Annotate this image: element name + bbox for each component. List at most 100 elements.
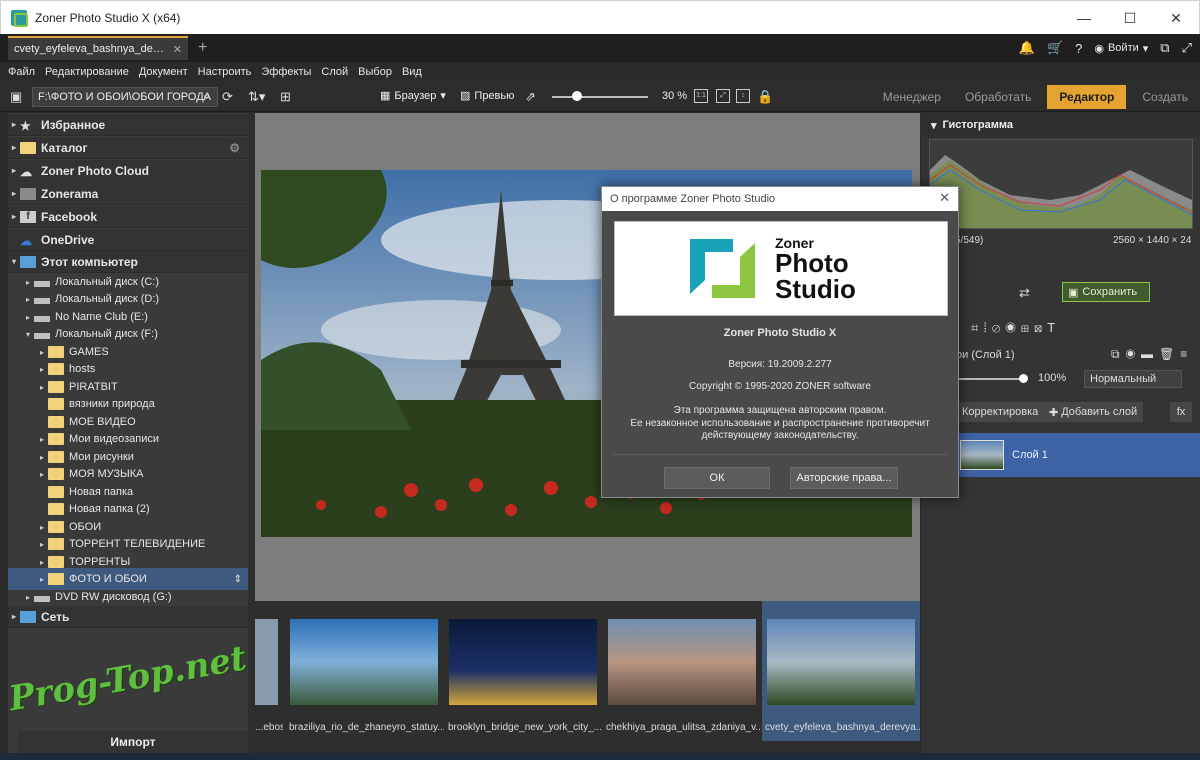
sort-icon[interactable]: ⇅▾ <box>248 89 265 105</box>
nav-zoner-cloud[interactable]: ▸ ☁ Zoner Photo Cloud <box>8 160 248 182</box>
menu-select[interactable]: Выбор <box>358 66 392 78</box>
folder-icon <box>48 521 64 533</box>
refresh-icon[interactable]: ⟳ <box>222 89 233 105</box>
taskbar <box>0 753 1200 760</box>
zoner-logo: Zoner Photo Studio <box>614 221 948 316</box>
nav-facebook[interactable]: ▸ f Facebook <box>8 206 248 228</box>
add-tab-icon[interactable]: + <box>198 39 207 57</box>
menu-effects[interactable]: Эффекты <box>261 66 311 78</box>
thumbnail[interactable] <box>290 619 438 705</box>
nav-label: Избранное <box>41 117 106 132</box>
folder-icon <box>48 503 64 515</box>
nav-favorites[interactable]: ▸ ★ Избранное <box>8 114 248 136</box>
menu-view[interactable]: Вид <box>402 66 422 78</box>
fx-button[interactable]: fx <box>1170 402 1192 422</box>
swap-icon[interactable]: ⇄ <box>1019 285 1030 301</box>
mode-develop[interactable]: Обработать <box>953 82 1043 112</box>
import-button[interactable]: Импорт <box>18 731 248 753</box>
gear-icon[interactable]: ⚙ <box>229 141 240 155</box>
zoom-slider-handle[interactable] <box>572 91 582 101</box>
zoom-value: 30 % <box>662 90 688 102</box>
fit-screen-icon[interactable]: ⤢ <box>716 89 730 103</box>
layer-row[interactable]: Слой 1 <box>956 433 1200 477</box>
menu-layer[interactable]: Слой <box>321 66 348 78</box>
histogram-header[interactable]: ▾ Гистограмма <box>921 113 1200 137</box>
nav-this-computer[interactable]: ▾ Этот компьютер <box>8 251 248 273</box>
zoom-slider[interactable] <box>552 96 648 98</box>
menu-edit[interactable]: Редактирование <box>45 66 129 78</box>
computer-icon <box>20 255 36 268</box>
new-folder-icon[interactable]: ⊞ <box>280 89 291 105</box>
tree-label: Мои видеозаписи <box>69 433 160 445</box>
nav-onedrive[interactable]: ☁ OneDrive <box>8 229 248 251</box>
thumbnail[interactable] <box>767 619 915 705</box>
blend-mode-select[interactable]: Нормальный <box>1084 370 1182 388</box>
browser-icon: ▦ <box>380 90 391 102</box>
copyrights-button[interactable]: Авторские права... <box>790 467 898 489</box>
folder-icon <box>48 468 64 480</box>
image-counter: 5/549) <box>955 235 984 246</box>
save-button[interactable]: ▣ Сохранить <box>1062 282 1150 302</box>
menu-file[interactable]: Файл <box>8 66 35 78</box>
nav-network[interactable]: ▸ Сеть <box>8 606 248 628</box>
external-window-icon[interactable]: ⇗ <box>525 89 536 105</box>
tree-label: PIRATBIT <box>69 381 118 393</box>
folder-icon <box>48 573 64 585</box>
preview-button[interactable]: ▨ Превью <box>460 89 515 103</box>
menu-document[interactable]: Документ <box>139 66 188 78</box>
add-layer-button[interactable]: ✚ Добавить слой <box>1043 402 1144 422</box>
blend-mode-label: Нормальный <box>1090 373 1157 385</box>
right-panel: ▾ Гистограмма 5/549) 2560 × 1440 × 24 ⇄ … <box>921 113 1200 760</box>
preview-label: Превью <box>474 89 515 102</box>
search-icon[interactable]: ⌕ <box>203 89 210 104</box>
tree-label: Новая папка <box>69 486 134 498</box>
drive-icon <box>34 298 50 304</box>
nav-zonerama[interactable]: ▸ Zonerama <box>8 183 248 205</box>
tree-label: ТОРРЕНТЫ <box>69 556 131 568</box>
lock-icon[interactable]: 🔒 <box>757 89 773 105</box>
folder-up-icon[interactable]: ▣ <box>10 89 22 105</box>
opacity-slider[interactable] <box>956 378 1026 380</box>
thumbnail[interactable] <box>255 619 278 705</box>
image-dimensions: 2560 × 1440 × 24 <box>1113 235 1192 246</box>
close-window-button[interactable]: ✕ <box>1153 1 1199 35</box>
logo-text: Zoner Photo Studio <box>775 236 856 302</box>
ok-button[interactable]: ОК <box>664 467 770 489</box>
document-tab[interactable]: cvety_eyfeleva_bashnya_dere... ✕ <box>8 36 188 60</box>
close-tab-icon[interactable]: ✕ <box>173 43 182 56</box>
correction-button[interactable]: Корректировка <box>956 402 1045 422</box>
tree-drive-g[interactable]: ▸ DVD RW дисковод (G:) <box>8 586 248 608</box>
thumbnail[interactable] <box>608 619 756 705</box>
fit-height-icon[interactable]: ↕ <box>736 89 750 103</box>
actual-size-icon[interactable]: 1:1 <box>694 89 708 103</box>
window-titlebar: Zoner Photo Studio X (x64) — ☐ ✕ <box>0 0 1200 34</box>
nav-label: Zonerama <box>41 186 99 201</box>
mode-editor[interactable]: Редактор <box>1047 85 1127 109</box>
layer-tools-icons[interactable]: ⧉◉▬🗑≡ <box>1111 347 1193 362</box>
thumbnail[interactable] <box>449 619 597 705</box>
tools-icons[interactable]: ⌗⁞⊘◉⊞⊠T <box>971 320 1060 336</box>
folder-icon <box>48 363 64 375</box>
save-label: Сохранить <box>1082 286 1138 298</box>
opacity-slider-handle[interactable] <box>1019 374 1028 383</box>
thumbnail-label: brooklyn_bridge_new_york_city_... <box>448 722 602 733</box>
fullscreen-icon[interactable]: ⤢ <box>1182 40 1192 56</box>
mode-create[interactable]: Создать <box>1130 82 1200 112</box>
minimize-button[interactable]: — <box>1061 1 1107 35</box>
toolbar: ▣ F:\ФОТО И ОБОИ\ОБОИ ГОРОДА ⌕ ⟳ ⇅▾ ⊞ ▦ … <box>0 82 1200 112</box>
help-icon[interactable]: ? <box>1075 41 1082 56</box>
nav-label: Facebook <box>41 209 98 224</box>
browser-button[interactable]: ▦ Браузер ▾ <box>380 89 446 103</box>
cart-icon[interactable]: 🛒 <box>1047 40 1063 56</box>
monitor-icon[interactable]: ⧉ <box>1160 40 1169 56</box>
login-button[interactable]: ◉ Войти ▾ <box>1094 42 1148 55</box>
histogram-chart <box>929 139 1193 229</box>
menu-settings[interactable]: Настроить <box>198 66 252 78</box>
nav-catalog[interactable]: ▸ Каталог ⚙ <box>8 137 248 159</box>
reorder-icon[interactable]: ⇕ <box>234 574 242 585</box>
mode-manager[interactable]: Менеджер <box>871 82 953 112</box>
bell-icon[interactable]: 🔔 <box>1019 40 1035 56</box>
path-field[interactable]: F:\ФОТО И ОБОИ\ОБОИ ГОРОДА <box>32 87 218 107</box>
maximize-button[interactable]: ☐ <box>1107 1 1153 35</box>
close-icon[interactable]: ✕ <box>939 190 950 206</box>
